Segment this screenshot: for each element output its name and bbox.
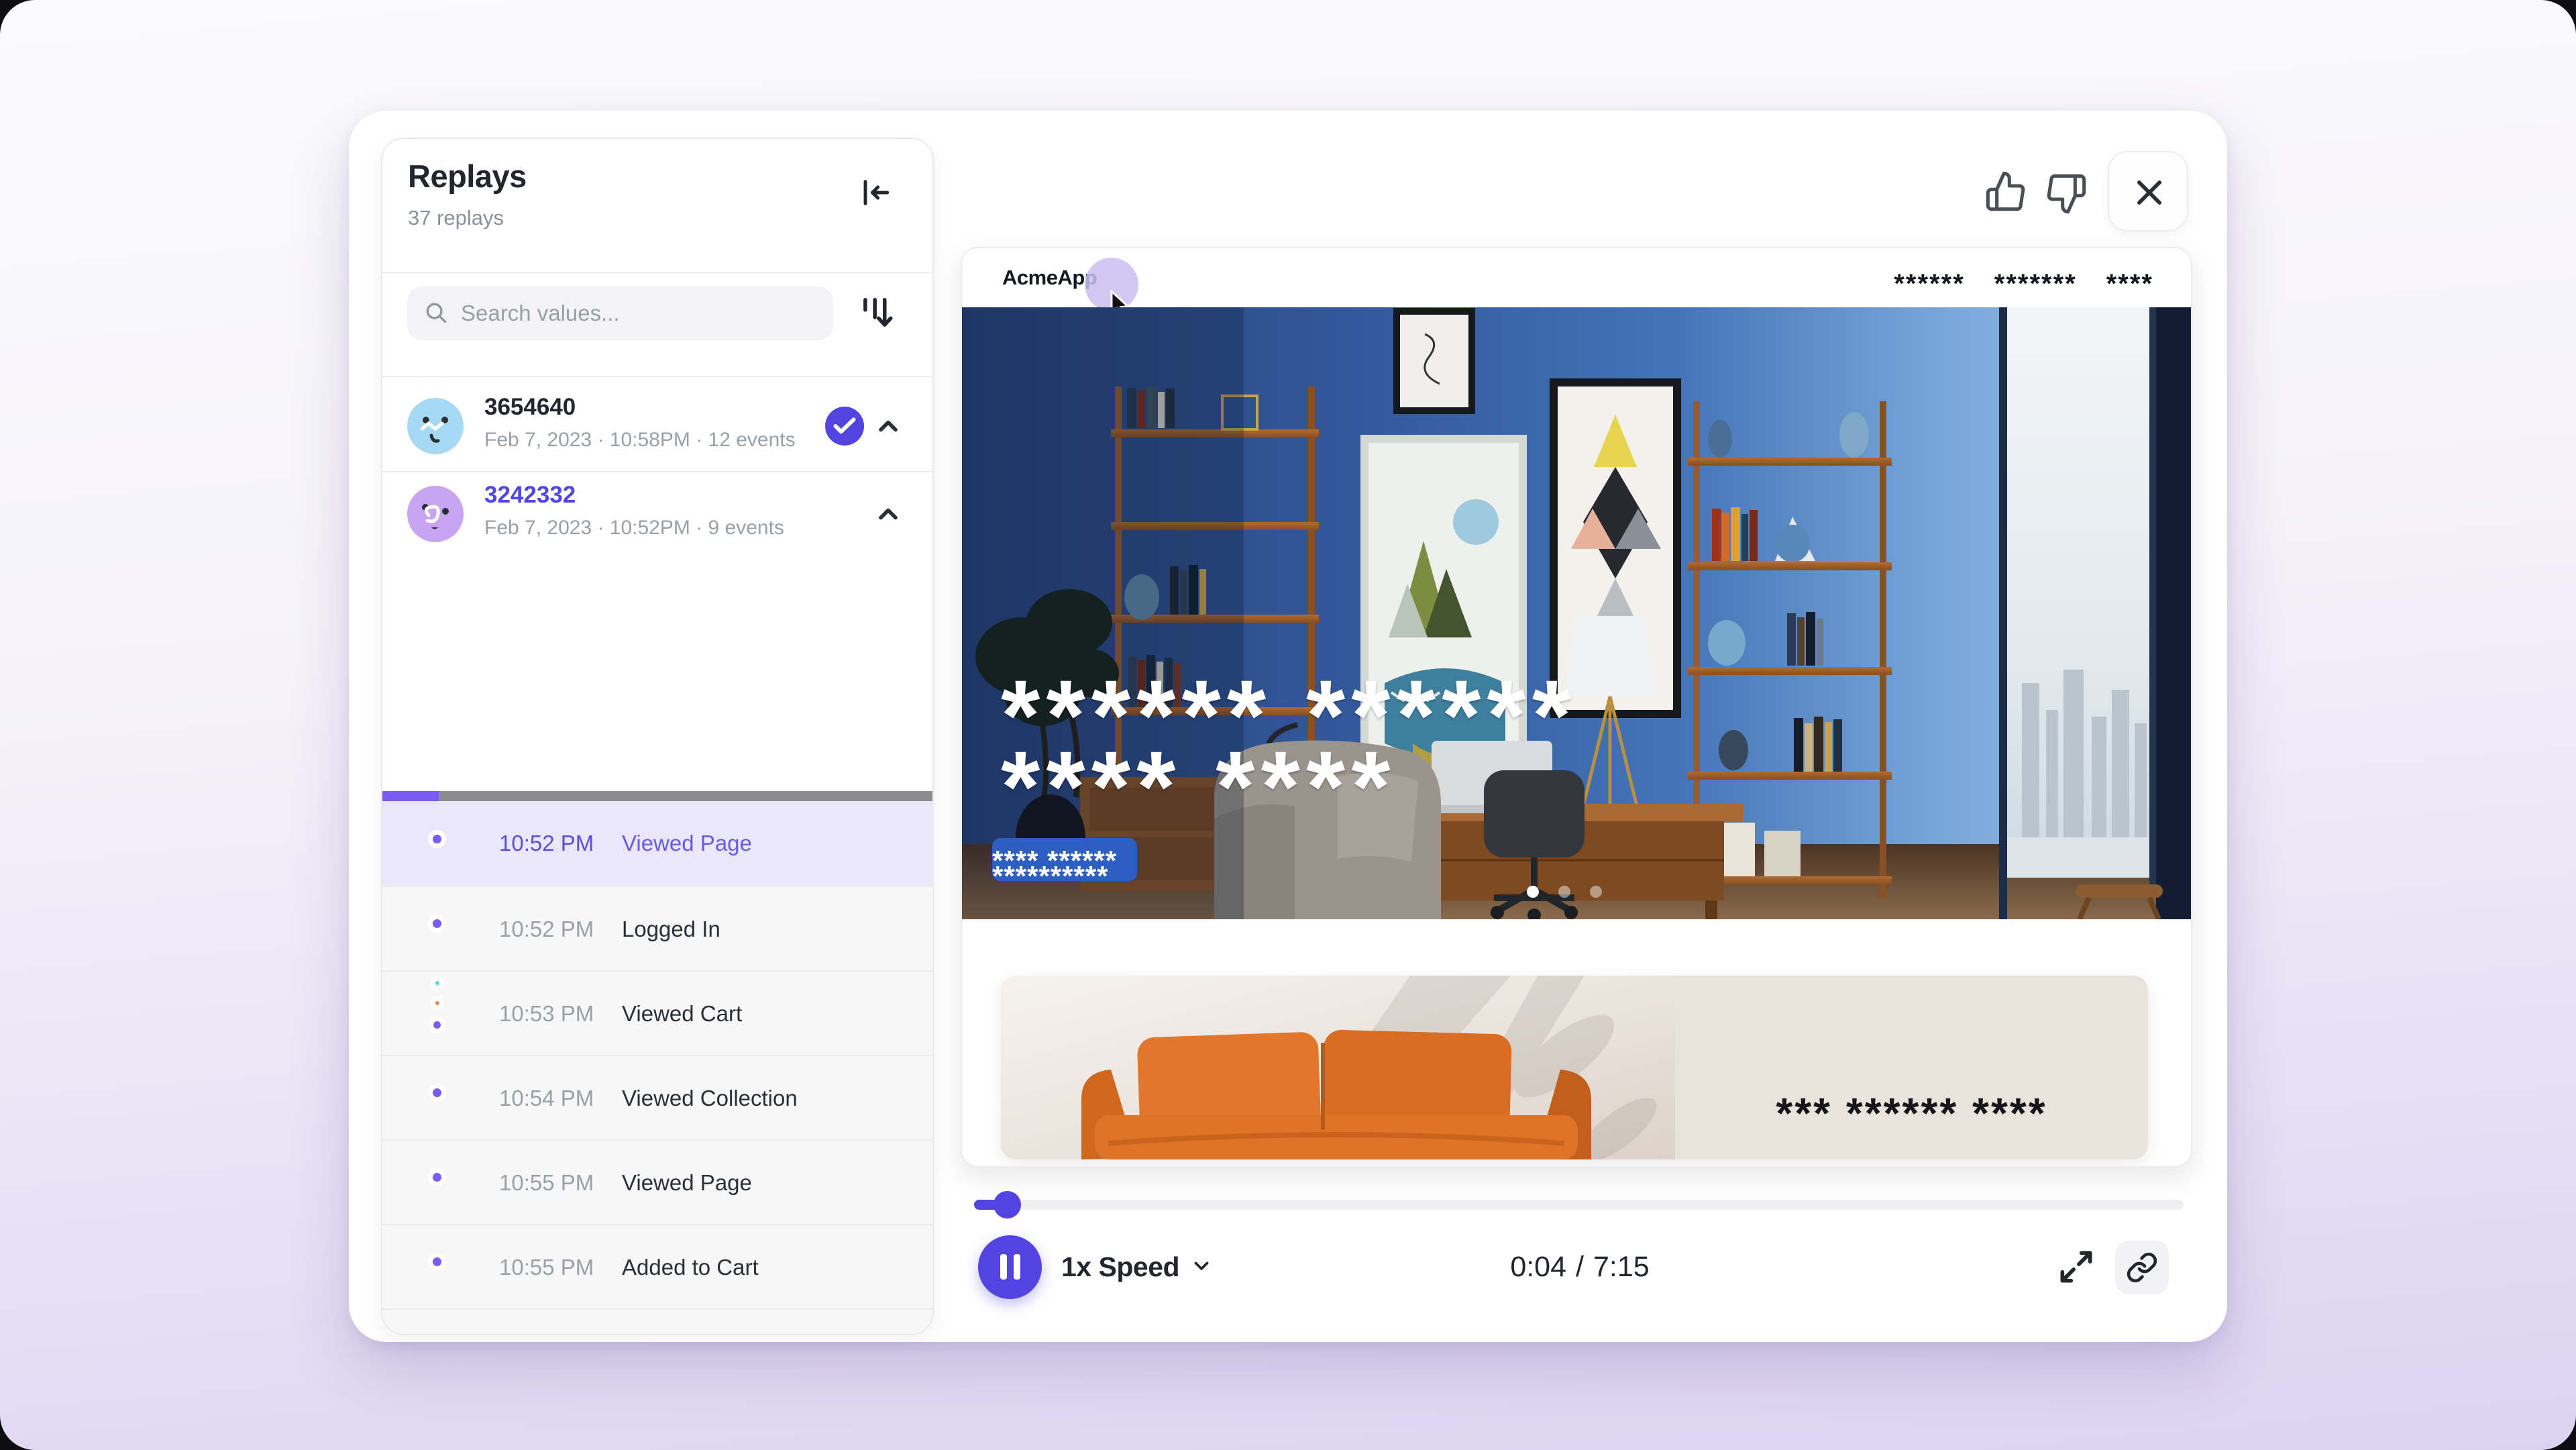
event-time: 10:55 PM bbox=[499, 1170, 594, 1196]
session-avatar bbox=[407, 398, 464, 454]
fullscreen-button[interactable] bbox=[2055, 1246, 2097, 1288]
time-separator: / bbox=[1576, 1251, 1584, 1284]
event-dot bbox=[428, 1253, 446, 1271]
pause-icon bbox=[1000, 1254, 1007, 1280]
chevron-down-icon bbox=[1190, 1254, 1213, 1280]
search-input[interactable] bbox=[460, 287, 822, 340]
page-background: Replays 37 replays bbox=[0, 0, 2576, 1450]
replay-modal: Replays 37 replays bbox=[349, 111, 2227, 1342]
chevron-up-icon[interactable] bbox=[873, 499, 903, 529]
page-title: Replays bbox=[408, 158, 527, 195]
replayed-hero-section: ****** ****** **** **** **** ****** ****… bbox=[962, 307, 2192, 919]
time-current: 0:04 bbox=[1510, 1251, 1566, 1284]
replayed-product-card: *** ****** **** bbox=[1001, 976, 2148, 1159]
event-label: Logged In bbox=[622, 917, 720, 942]
speed-label: 1x Speed bbox=[1061, 1251, 1179, 1283]
collapse-panel-icon bbox=[856, 203, 894, 213]
pause-button[interactable] bbox=[978, 1235, 1042, 1299]
masked-nav-item: ******* bbox=[1994, 269, 2077, 299]
carousel-dots bbox=[1527, 886, 1602, 898]
event-row-viewed-collection[interactable]: 10:54 PM Viewed Collection bbox=[382, 1055, 932, 1139]
session-id: 3654640 bbox=[484, 394, 576, 421]
replayed-site-navbar: AcmeApp ****** ******* **** bbox=[962, 248, 2191, 307]
search-box bbox=[407, 287, 833, 340]
event-time: 10:52 PM bbox=[499, 917, 594, 942]
session-id-active: 3242332 bbox=[484, 482, 576, 509]
event-row-logged-in[interactable]: 10:52 PM Logged In bbox=[382, 886, 932, 970]
sort-filter-button[interactable] bbox=[853, 288, 898, 339]
sidebar-header: Replays 37 replays bbox=[382, 139, 932, 273]
event-row-viewed-page[interactable]: 10:52 PM Viewed Page bbox=[382, 801, 932, 886]
masked-hero-heading-line2: **** **** bbox=[1001, 756, 1397, 818]
playback-speed-dropdown[interactable]: 1x Speed bbox=[1061, 1235, 1213, 1299]
replayed-cta-button: **** ****** ********** bbox=[992, 838, 1137, 881]
copy-link-button[interactable] bbox=[2115, 1241, 2169, 1294]
event-dot bbox=[428, 1168, 446, 1186]
session-watch-progress-fill bbox=[382, 791, 439, 801]
masked-cta-label: **** ****** ********** bbox=[992, 853, 1137, 884]
thumbs-down-icon bbox=[2045, 207, 2088, 217]
event-dot bbox=[428, 915, 446, 933]
sessions-list: 3654640 Feb 7, 2023 · 10:58PM · 12 event… bbox=[382, 377, 932, 1335]
seek-knob[interactable] bbox=[994, 1191, 1021, 1219]
masked-product-text: *** ****** **** bbox=[1675, 1102, 2148, 1125]
screen: Replays 37 replays bbox=[0, 0, 2576, 1450]
thumbs-up-button[interactable] bbox=[1984, 170, 2027, 213]
replayed-site-nav: ****** ******* **** bbox=[1894, 248, 2153, 307]
event-time: 10:53 PM bbox=[499, 1001, 594, 1027]
playback-time: 0:04 / 7:15 bbox=[1436, 1235, 1724, 1299]
event-row-viewed-cart[interactable]: 10:53 PM Viewed Cart bbox=[382, 970, 932, 1055]
selected-check-badge bbox=[825, 407, 864, 446]
event-dot-orange bbox=[431, 996, 444, 1010]
event-row-checked-out[interactable]: 10:56 PM Checked Out bbox=[382, 1308, 932, 1335]
replayed-site-logo: AcmeApp bbox=[1002, 266, 1097, 290]
replay-viewport: AcmeApp ****** ******* **** bbox=[961, 247, 2192, 1168]
session-watch-progress bbox=[382, 791, 932, 801]
event-dot bbox=[429, 1017, 445, 1033]
event-dot bbox=[428, 830, 446, 848]
replay-count: 37 replays bbox=[408, 206, 504, 230]
event-label: Viewed Page bbox=[622, 1170, 752, 1196]
event-label: Added to Cart bbox=[622, 1255, 759, 1280]
close-button[interactable] bbox=[2108, 151, 2188, 231]
event-dot-teal bbox=[431, 976, 444, 990]
product-text-panel: *** ****** **** bbox=[1675, 976, 2148, 1159]
event-label: Viewed Page bbox=[622, 831, 752, 856]
session-meta: Feb 7, 2023 · 10:58PM · 12 events bbox=[484, 429, 796, 452]
search-row bbox=[382, 273, 932, 377]
carousel-dot bbox=[1558, 886, 1570, 898]
carousel-dot bbox=[1590, 886, 1602, 898]
seek-bar[interactable] bbox=[974, 1200, 2184, 1210]
carousel-dot-active bbox=[1527, 886, 1539, 898]
event-time: 10:55 PM bbox=[499, 1255, 594, 1280]
sort-descending-icon bbox=[853, 327, 898, 337]
session-meta: Feb 7, 2023 · 10:52PM · 9 events bbox=[484, 517, 784, 539]
thumbs-up-icon bbox=[1984, 205, 2027, 215]
expand-icon bbox=[2055, 1280, 2097, 1290]
event-time: 10:54 PM bbox=[499, 1086, 594, 1111]
session-row-3242332[interactable]: 3242332 Feb 7, 2023 · 10:52PM · 9 events bbox=[382, 471, 932, 791]
event-row-viewed-page-2[interactable]: 10:55 PM Viewed Page bbox=[382, 1139, 932, 1224]
event-label: Viewed Collection bbox=[622, 1086, 798, 1111]
event-time: 10:52 PM bbox=[499, 831, 594, 856]
chevron-up-icon[interactable] bbox=[873, 411, 903, 441]
event-row-added-to-cart[interactable]: 10:55 PM Added to Cart bbox=[382, 1224, 932, 1308]
sofa-photo bbox=[1001, 976, 1675, 1159]
masked-nav-item: **** bbox=[2106, 269, 2153, 299]
event-dot bbox=[428, 1084, 446, 1102]
masked-nav-item: ****** bbox=[1894, 269, 1964, 299]
time-total: 7:15 bbox=[1593, 1251, 1650, 1284]
session-avatar bbox=[407, 486, 464, 542]
thumbs-down-button[interactable] bbox=[2045, 172, 2088, 215]
replays-sidebar: Replays 37 replays bbox=[381, 138, 934, 1335]
collapse-sidebar-button[interactable] bbox=[856, 174, 894, 211]
event-label: Viewed Cart bbox=[622, 1001, 742, 1027]
session-row-3654640[interactable]: 3654640 Feb 7, 2023 · 10:58PM · 12 event… bbox=[382, 380, 932, 471]
